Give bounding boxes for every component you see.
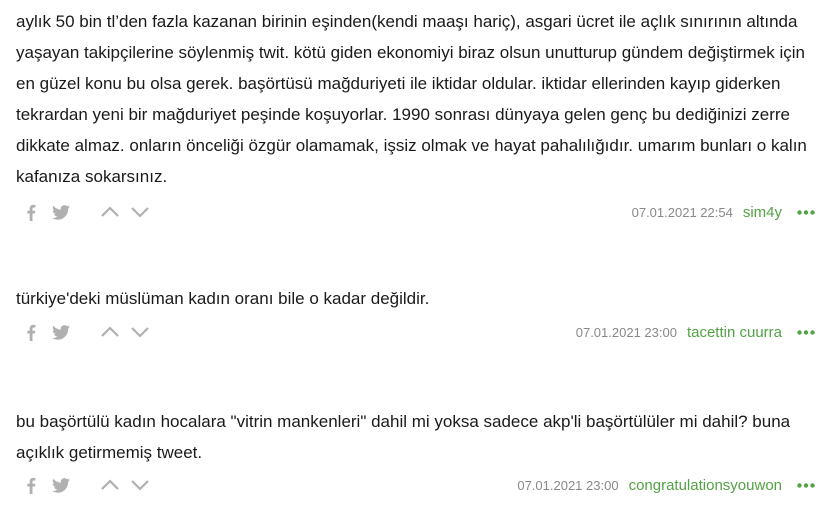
facebook-icon[interactable] bbox=[24, 202, 38, 222]
twitter-icon[interactable] bbox=[52, 475, 70, 495]
chevron-down-icon[interactable] bbox=[128, 202, 152, 222]
entry-footer: 07.01.2021 23:00 congratulationsyouwon bbox=[16, 473, 816, 497]
chevron-up-icon[interactable] bbox=[98, 322, 122, 342]
chevron-up-icon[interactable] bbox=[98, 475, 122, 495]
entry: aylık 50 bin tl’den fazla kazanan birini… bbox=[16, 6, 816, 224]
entry-footer: 07.01.2021 23:00 tacettin cuurra bbox=[16, 320, 816, 344]
twitter-icon[interactable] bbox=[52, 202, 70, 222]
entry-footer: 07.01.2021 22:54 sim4y bbox=[16, 200, 816, 224]
entry-meta: 07.01.2021 23:00 tacettin cuurra bbox=[576, 320, 816, 344]
entry: bu başörtülü kadın hocalara "vitrin mank… bbox=[16, 406, 816, 497]
entry-content: aylık 50 bin tl’den fazla kazanan birini… bbox=[16, 12, 807, 186]
entry-date[interactable]: 07.01.2021 23:00 bbox=[576, 325, 677, 340]
more-dots-icon[interactable] bbox=[796, 209, 816, 215]
entry-meta: 07.01.2021 23:00 congratulationsyouwon bbox=[517, 473, 816, 497]
entry-author[interactable]: sim4y bbox=[743, 204, 782, 221]
facebook-icon[interactable] bbox=[24, 475, 38, 495]
entry-actions bbox=[24, 320, 152, 344]
entry: türkiye'deki müslüman kadın oranı bile o… bbox=[16, 283, 816, 344]
entry-date[interactable]: 07.01.2021 23:00 bbox=[517, 478, 618, 493]
more-dots-icon[interactable] bbox=[796, 482, 816, 488]
twitter-icon[interactable] bbox=[52, 322, 70, 342]
facebook-icon[interactable] bbox=[24, 322, 38, 342]
chevron-up-icon[interactable] bbox=[98, 202, 122, 222]
entry-meta: 07.01.2021 22:54 sim4y bbox=[632, 200, 816, 224]
entry-content: türkiye'deki müslüman kadın oranı bile o… bbox=[16, 289, 430, 308]
more-dots-icon[interactable] bbox=[796, 329, 816, 335]
chevron-down-icon[interactable] bbox=[128, 475, 152, 495]
entry-content: bu başörtülü kadın hocalara "vitrin mank… bbox=[16, 412, 791, 462]
entry-actions bbox=[24, 473, 152, 497]
entry-date[interactable]: 07.01.2021 22:54 bbox=[632, 205, 733, 220]
entry-author[interactable]: congratulationsyouwon bbox=[629, 477, 782, 494]
chevron-down-icon[interactable] bbox=[128, 322, 152, 342]
entry-actions bbox=[24, 200, 152, 224]
entry-author[interactable]: tacettin cuurra bbox=[687, 324, 782, 341]
